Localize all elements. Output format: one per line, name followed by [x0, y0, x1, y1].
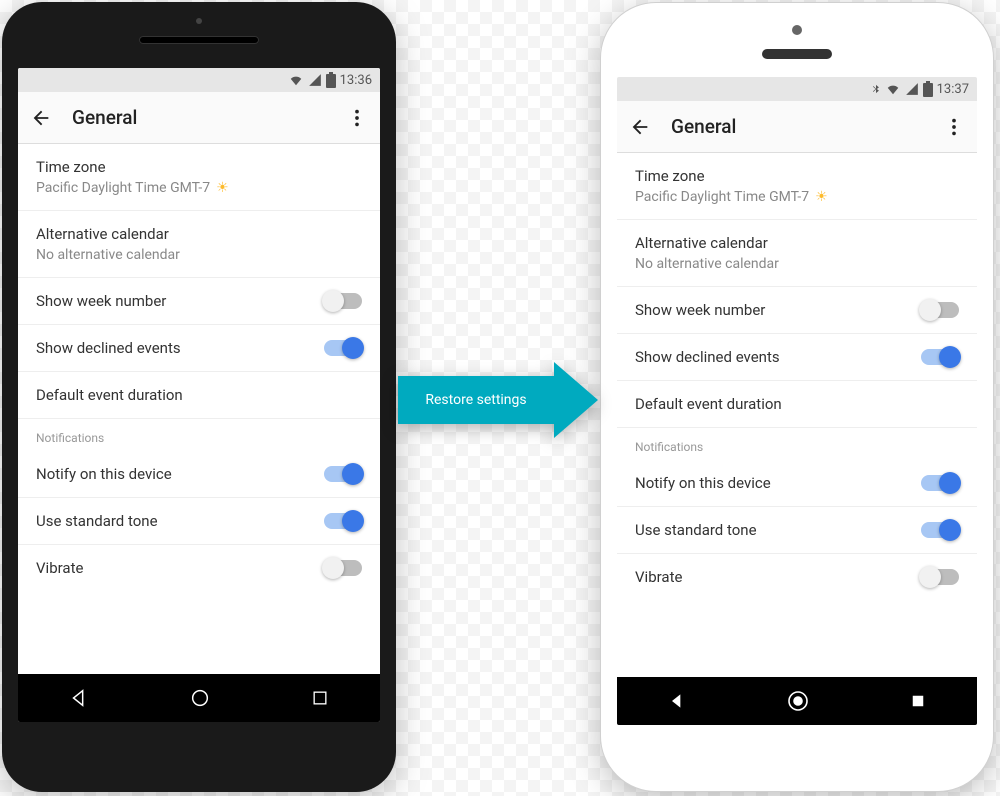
setting-label: Alternative calendar [36, 225, 362, 243]
battery-icon [923, 81, 933, 97]
app-toolbar: General [617, 101, 977, 153]
section-header-notifications: Notifications [18, 419, 380, 451]
setting-timezone[interactable]: Time zone Pacific Daylight Time GMT-7 ☀ [18, 144, 380, 211]
toggle-declined-events[interactable] [921, 349, 959, 365]
setting-show-week-number[interactable]: Show week number [617, 287, 977, 333]
page-title: General [671, 115, 923, 138]
setting-notify-on-device[interactable]: Notify on this device [18, 451, 380, 497]
status-time: 13:36 [340, 73, 372, 88]
wifi-icon [288, 73, 304, 87]
setting-label: Default event duration [36, 386, 362, 404]
system-nav-bar [18, 674, 380, 722]
toggle-vibrate[interactable] [921, 569, 959, 585]
setting-value: No alternative calendar [635, 256, 959, 272]
signal-icon [905, 82, 919, 96]
toggle-standard-tone[interactable] [921, 522, 959, 538]
system-nav-bar [617, 677, 977, 725]
setting-vibrate[interactable]: Vibrate [18, 545, 380, 591]
nav-back-icon[interactable] [667, 691, 687, 711]
setting-default-event-duration[interactable]: Default event duration [617, 381, 977, 428]
setting-show-declined-events[interactable]: Show declined events [617, 334, 977, 380]
setting-default-event-duration[interactable]: Default event duration [18, 372, 380, 419]
nav-home-icon[interactable] [786, 689, 810, 713]
bluetooth-icon [871, 81, 881, 97]
nav-recents-icon[interactable] [310, 688, 330, 708]
sun-icon: ☀ [815, 189, 828, 205]
status-time: 13:37 [937, 82, 969, 97]
phone-screen: 13:37 General Time zone Pacific Daylight… [617, 77, 977, 725]
setting-label: Use standard tone [635, 521, 757, 539]
setting-alternative-calendar[interactable]: Alternative calendar No alternative cale… [617, 220, 977, 287]
setting-vibrate[interactable]: Vibrate [617, 554, 977, 600]
setting-show-week-number[interactable]: Show week number [18, 278, 380, 324]
setting-label: Time zone [635, 167, 959, 185]
setting-label: Show declined events [635, 348, 780, 366]
toggle-notify-on-device[interactable] [921, 475, 959, 491]
nav-home-icon[interactable] [189, 687, 211, 709]
back-arrow-icon[interactable] [30, 107, 52, 129]
status-bar: 13:37 [617, 77, 977, 101]
back-arrow-icon[interactable] [629, 116, 651, 138]
arrow-label: Restore settings [398, 376, 554, 424]
setting-timezone[interactable]: Time zone Pacific Daylight Time GMT-7 ☀ [617, 153, 977, 220]
setting-label: Show declined events [36, 339, 181, 357]
settings-list[interactable]: Time zone Pacific Daylight Time GMT-7 ☀ … [617, 153, 977, 677]
status-bar: 13:36 [18, 68, 380, 92]
setting-use-standard-tone[interactable]: Use standard tone [617, 507, 977, 553]
setting-value: Pacific Daylight Time GMT-7 ☀ [635, 189, 959, 205]
phone-frame-right: 13:37 General Time zone Pacific Daylight… [600, 2, 994, 792]
setting-label: Vibrate [36, 559, 83, 577]
setting-use-standard-tone[interactable]: Use standard tone [18, 498, 380, 544]
toggle-vibrate[interactable] [324, 560, 362, 576]
setting-alternative-calendar[interactable]: Alternative calendar No alternative cale… [18, 211, 380, 278]
arrow-head-icon [554, 362, 598, 438]
app-toolbar: General [18, 92, 380, 144]
restore-settings-arrow: Restore settings [398, 362, 602, 438]
setting-label: Default event duration [635, 395, 959, 413]
setting-value: No alternative calendar [36, 247, 362, 263]
toggle-notify-on-device[interactable] [324, 466, 362, 482]
toggle-week-number[interactable] [324, 293, 362, 309]
wifi-icon [885, 82, 901, 96]
overflow-menu-icon[interactable] [346, 107, 368, 129]
toggle-standard-tone[interactable] [324, 513, 362, 529]
signal-icon [308, 73, 322, 87]
setting-label: Use standard tone [36, 512, 158, 530]
setting-notify-on-device[interactable]: Notify on this device [617, 460, 977, 506]
setting-label: Show week number [36, 292, 166, 310]
page-title: General [72, 106, 326, 129]
overflow-menu-icon[interactable] [943, 116, 965, 138]
setting-label: Alternative calendar [635, 234, 959, 252]
toggle-declined-events[interactable] [324, 340, 362, 356]
battery-icon [326, 72, 336, 88]
setting-label: Show week number [635, 301, 765, 319]
setting-label: Vibrate [635, 568, 682, 586]
phone-frame-left: 13:36 General Time zone Pacific Daylight… [2, 2, 396, 792]
nav-back-icon[interactable] [68, 687, 90, 709]
setting-label: Time zone [36, 158, 362, 176]
setting-label: Notify on this device [635, 474, 771, 492]
settings-list[interactable]: Time zone Pacific Daylight Time GMT-7 ☀ … [18, 144, 380, 674]
setting-value: Pacific Daylight Time GMT-7 ☀ [36, 180, 362, 196]
toggle-week-number[interactable] [921, 302, 959, 318]
nav-recents-icon[interactable] [909, 692, 927, 710]
setting-show-declined-events[interactable]: Show declined events [18, 325, 380, 371]
setting-label: Notify on this device [36, 465, 172, 483]
sun-icon: ☀ [216, 180, 229, 196]
phone-screen: 13:36 General Time zone Pacific Daylight… [18, 68, 380, 722]
section-header-notifications: Notifications [617, 428, 977, 460]
